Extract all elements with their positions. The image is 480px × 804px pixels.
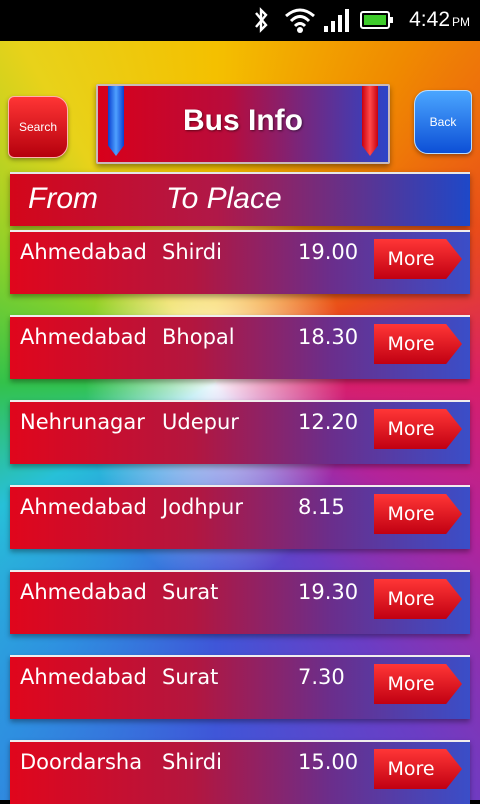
column-header: From To Place — [10, 172, 470, 226]
clock: 4:42 PM — [409, 8, 470, 32]
status-bar: 4:42 PM — [0, 0, 480, 41]
back-button[interactable]: Back — [414, 90, 472, 154]
list-item[interactable]: Doordarsha Shirdi 15.00 More — [10, 740, 470, 804]
row-time: 19.30 — [298, 580, 359, 604]
more-button[interactable]: More — [374, 494, 462, 534]
clock-ampm: PM — [452, 15, 470, 29]
row-from: Ahmedabad — [20, 240, 147, 264]
more-button[interactable]: More — [374, 409, 462, 449]
row-from: Doordarsha — [20, 750, 143, 774]
row-time: 19.00 — [298, 240, 359, 264]
row-time: 8.15 — [298, 495, 345, 519]
column-from: From — [28, 182, 98, 215]
page-title: Bus Info — [183, 104, 303, 137]
list-item[interactable]: Ahmedabad Jodhpur 8.15 More — [10, 485, 470, 549]
column-to-place: To Place — [166, 182, 282, 215]
row-time: 18.30 — [298, 325, 359, 349]
clock-time: 4:42 — [409, 8, 450, 31]
row-to: Jodhpur — [162, 495, 243, 519]
row-from: Ahmedabad — [20, 580, 147, 604]
list-item[interactable]: Ahmedabad Bhopal 18.30 More — [10, 315, 470, 379]
row-to: Udepur — [162, 410, 239, 434]
list-item[interactable]: Ahmedabad Shirdi 19.00 More — [10, 230, 470, 294]
list-item[interactable]: Ahmedabad Surat 19.30 More — [10, 570, 470, 634]
row-time: 7.30 — [298, 665, 345, 689]
list-item[interactable]: Ahmedabad Surat 7.30 More — [10, 655, 470, 719]
bluetooth-icon — [255, 7, 268, 33]
more-button[interactable]: More — [374, 239, 462, 279]
row-to: Surat — [162, 665, 219, 689]
wifi-icon — [285, 8, 315, 33]
more-button[interactable]: More — [374, 579, 462, 619]
title-banner: Bus Info — [96, 84, 390, 164]
row-to: Shirdi — [162, 750, 222, 774]
row-from: Ahmedabad — [20, 325, 147, 349]
battery-icon — [360, 11, 393, 29]
search-button[interactable]: Search — [8, 96, 68, 158]
more-button[interactable]: More — [374, 324, 462, 364]
row-from: Nehrunagar — [20, 410, 145, 434]
row-to: Bhopal — [162, 325, 235, 349]
row-from: Ahmedabad — [20, 665, 147, 689]
more-button[interactable]: More — [374, 749, 462, 789]
signal-icon — [324, 9, 349, 32]
row-to: Shirdi — [162, 240, 222, 264]
app-header: Search Bus Info Back — [8, 84, 472, 164]
row-time: 15.00 — [298, 750, 359, 774]
more-button[interactable]: More — [374, 664, 462, 704]
row-from: Ahmedabad — [20, 495, 147, 519]
row-time: 12.20 — [298, 410, 359, 434]
row-to: Surat — [162, 580, 219, 604]
list-item[interactable]: Nehrunagar Udepur 12.20 More — [10, 400, 470, 464]
